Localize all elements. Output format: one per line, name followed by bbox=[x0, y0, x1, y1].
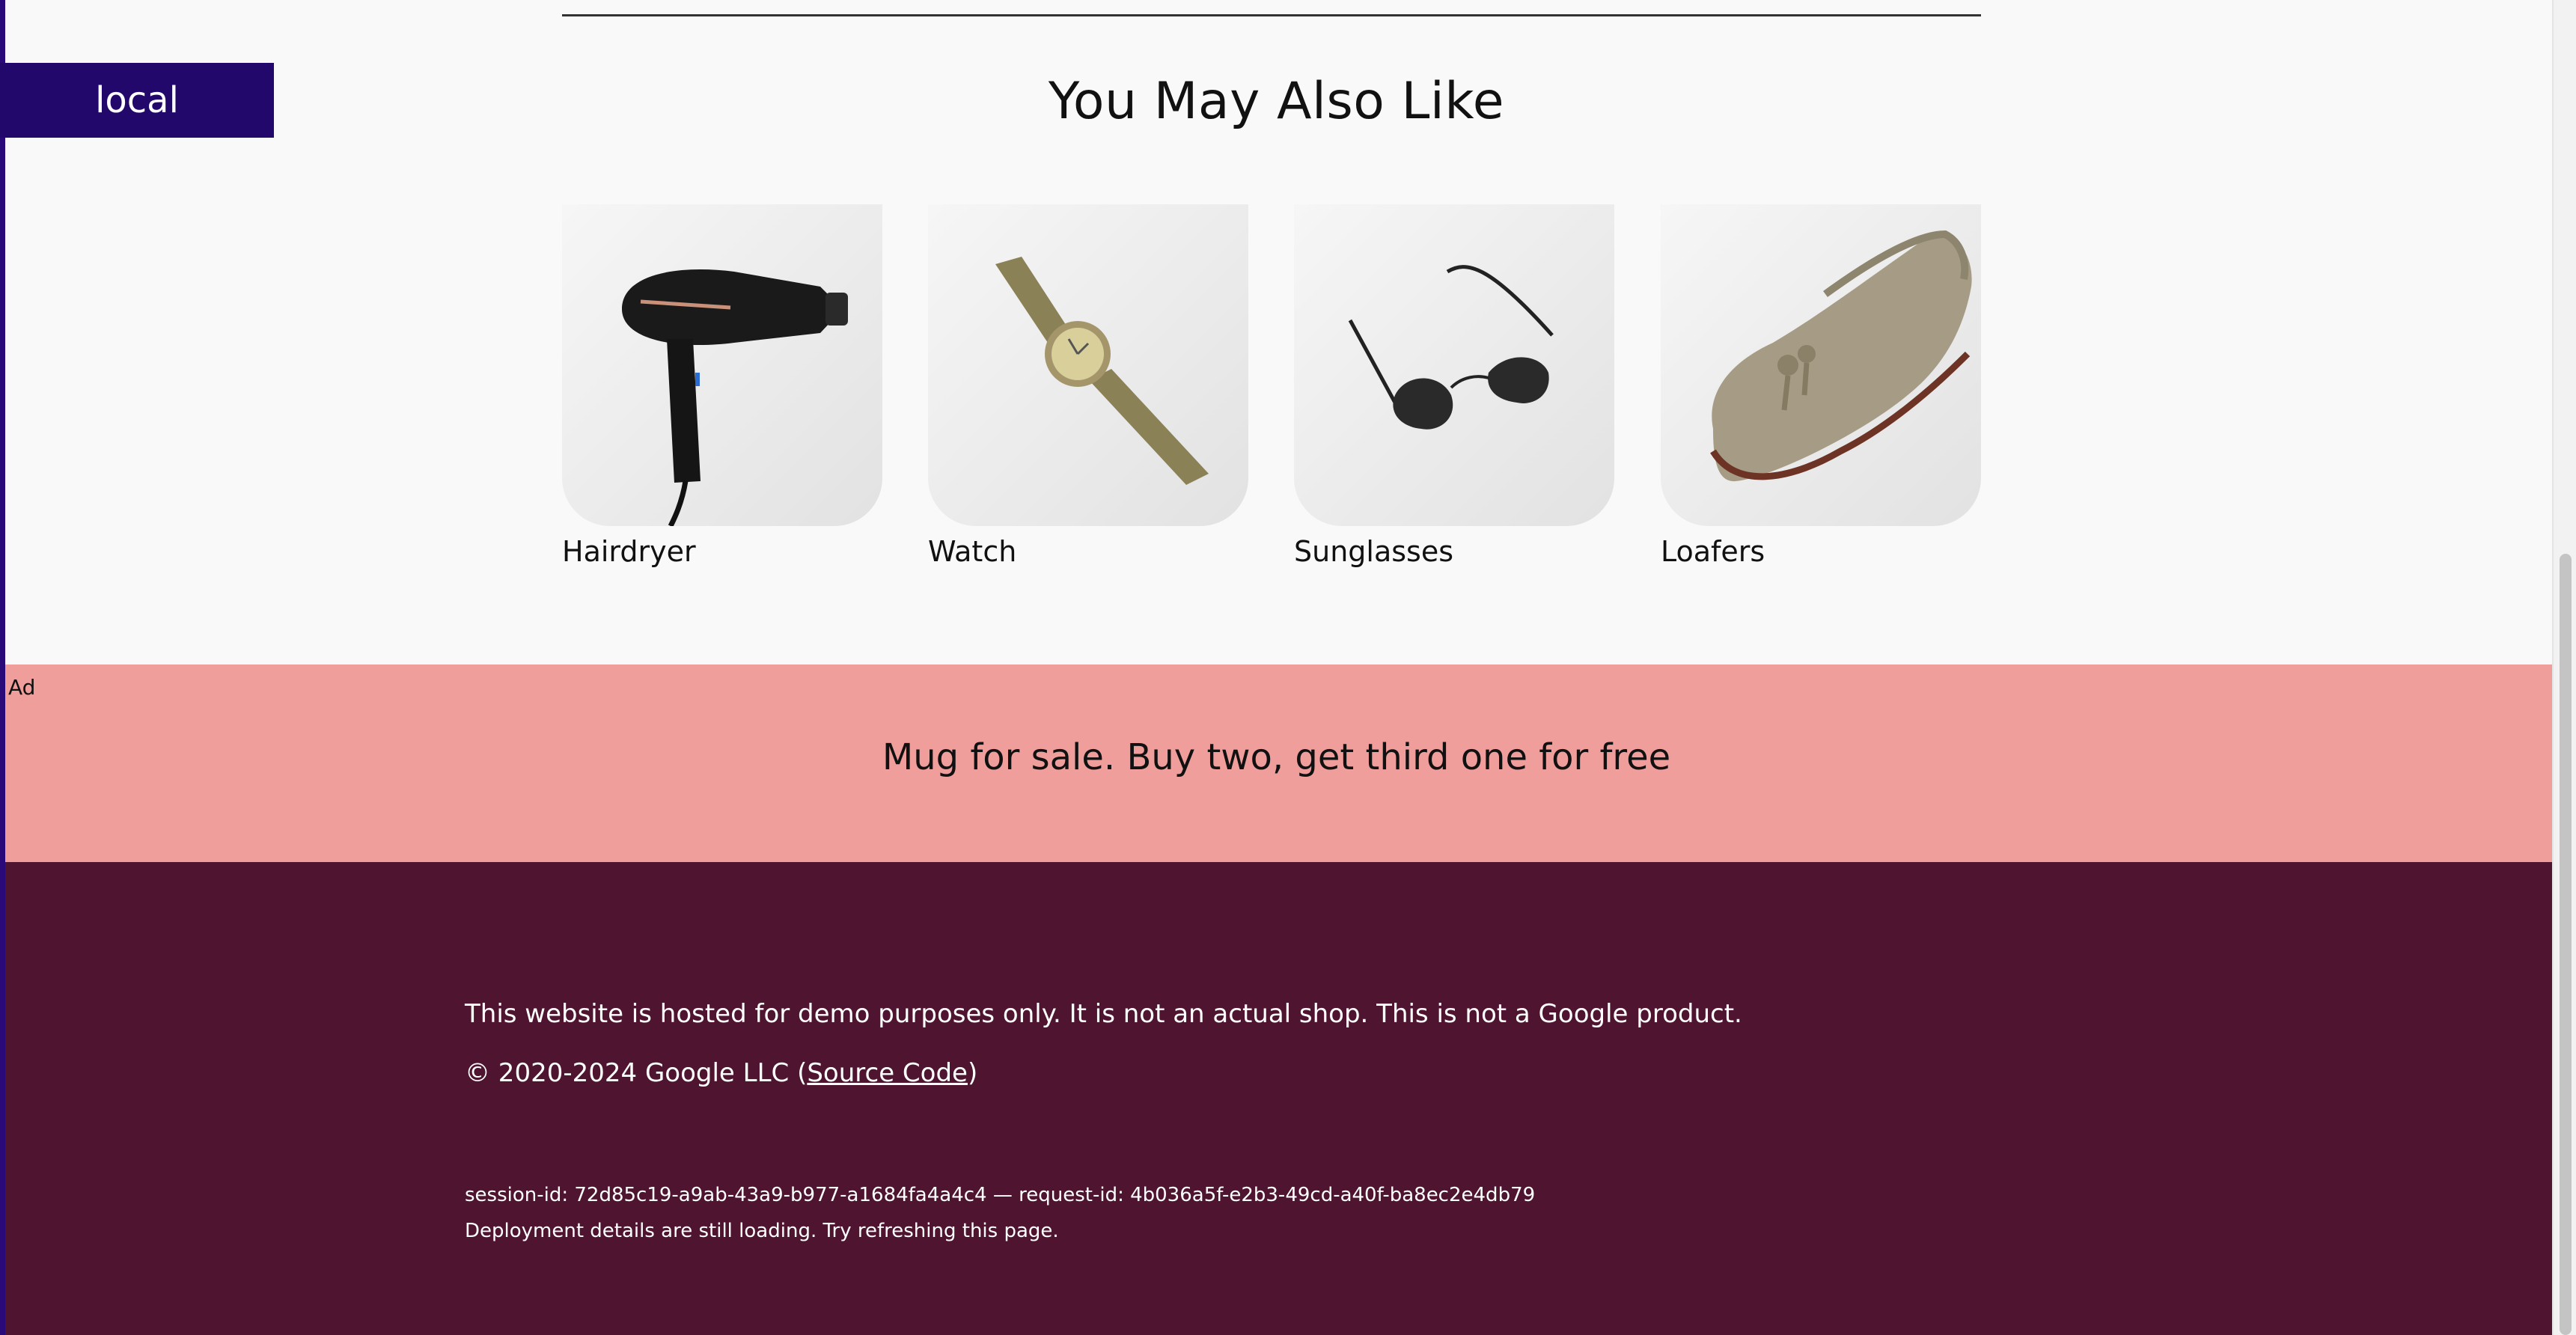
session-info: session-id: 72d85c19-a9ab-43a9-b977-a168… bbox=[465, 1184, 1536, 1206]
product-name[interactable]: Sunglasses bbox=[1294, 535, 1614, 568]
copyright-text: © 2020-2024 Google LLC ( bbox=[465, 1058, 808, 1088]
ad-banner: Ad Mug for sale. Buy two, get third one … bbox=[5, 665, 2554, 862]
site-footer: This website is hosted for demo purposes… bbox=[5, 862, 2554, 1335]
left-accent-bar bbox=[0, 0, 5, 1335]
environment-badge: local bbox=[0, 63, 274, 138]
page-scrollbar[interactable] bbox=[2552, 0, 2576, 1335]
deployment-note: Deployment details are still loading. Tr… bbox=[465, 1220, 1059, 1242]
sunglasses-image[interactable] bbox=[1294, 204, 1614, 526]
product-name[interactable]: Hairdryer bbox=[562, 535, 882, 568]
section-divider bbox=[562, 14, 1981, 16]
product-card-watch[interactable]: Watch bbox=[928, 204, 1248, 568]
hairdryer-image[interactable] bbox=[562, 204, 882, 526]
source-code-link[interactable]: Source Code bbox=[807, 1058, 968, 1088]
recommendations-list: Hairdryer Watch Sunglasses Loafers bbox=[562, 204, 1981, 578]
ad-link[interactable]: Mug for sale. Buy two, get third one for… bbox=[5, 736, 2548, 778]
hairdryer-icon bbox=[622, 269, 848, 526]
product-card-loafers[interactable]: Loafers bbox=[1661, 204, 1981, 568]
watch-icon bbox=[995, 257, 1209, 485]
product-name[interactable]: Watch bbox=[928, 535, 1248, 568]
recommendations-title: You May Also Like bbox=[1048, 72, 1505, 131]
product-name[interactable]: Loafers bbox=[1661, 535, 1981, 568]
footer-copyright: © 2020-2024 Google LLC (Source Code) bbox=[465, 1058, 977, 1088]
sunglasses-icon bbox=[1348, 265, 1554, 430]
loafers-icon bbox=[1710, 230, 1972, 482]
loafers-image[interactable] bbox=[1661, 204, 1981, 526]
ad-label: Ad bbox=[8, 675, 36, 700]
copyright-close: ) bbox=[967, 1058, 978, 1088]
scrollbar-thumb[interactable] bbox=[2560, 554, 2572, 1335]
product-card-hairdryer[interactable]: Hairdryer bbox=[562, 204, 882, 568]
product-card-sunglasses[interactable]: Sunglasses bbox=[1294, 204, 1614, 568]
footer-disclaimer: This website is hosted for demo purposes… bbox=[465, 999, 1742, 1029]
watch-image[interactable] bbox=[928, 204, 1248, 526]
